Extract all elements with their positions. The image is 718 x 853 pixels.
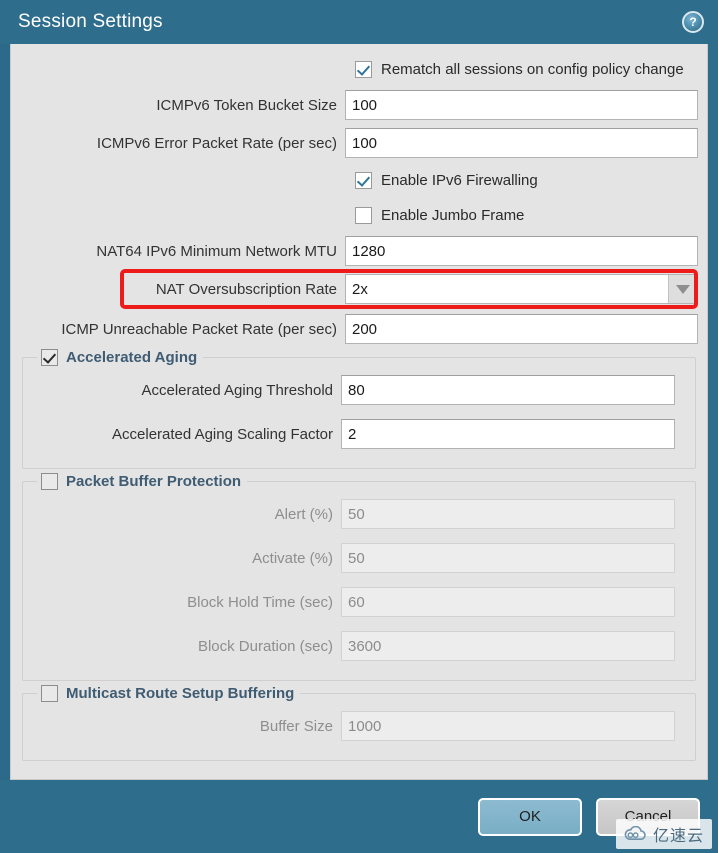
icmpv6-error-rate-label: ICMPv6 Error Packet Rate (per sec) xyxy=(96,134,337,152)
activate-percent-label: Activate (%) xyxy=(252,549,333,567)
enable-jumbo-frame-checkbox[interactable] xyxy=(355,206,372,224)
packet-buffer-protection-fieldset: Packet Buffer Protection Alert (%) 50 Ac… xyxy=(22,471,696,681)
dialog-body: Rematch all sessions on config policy ch… xyxy=(10,44,708,780)
enable-ipv6-firewalling-checkbox[interactable] xyxy=(355,171,372,189)
packet-buffer-protection-checkbox[interactable] xyxy=(41,472,58,490)
nat-oversubscription-select[interactable]: 2x xyxy=(345,274,698,304)
enable-jumbo-frame-label: Enable Jumbo Frame xyxy=(381,206,525,224)
alert-percent-input: 50 xyxy=(341,499,675,529)
buffer-size-input: 1000 xyxy=(341,711,675,741)
block-duration-row: Block Duration (sec) 3600 xyxy=(31,630,687,662)
alert-percent-label: Alert (%) xyxy=(274,505,333,523)
help-icon-glyph: ? xyxy=(689,15,697,29)
icmpv6-token-bucket-row: ICMPv6 Token Bucket Size 100 xyxy=(20,89,698,121)
nat64-mtu-input[interactable]: 1280 xyxy=(345,236,698,266)
icmp-unreachable-rate-label: ICMP Unreachable Packet Rate (per sec) xyxy=(61,320,337,338)
rematch-sessions-row: Rematch all sessions on config policy ch… xyxy=(20,54,698,84)
nat64-mtu-label: NAT64 IPv6 Minimum Network MTU xyxy=(96,242,337,260)
help-circle-icon[interactable]: ? xyxy=(682,11,704,33)
block-duration-label: Block Duration (sec) xyxy=(197,637,333,655)
enable-ipv6-firewalling-row: Enable IPv6 Firewalling xyxy=(20,165,698,195)
alert-percent-row: Alert (%) 50 xyxy=(31,498,687,530)
activate-percent-input: 50 xyxy=(341,543,675,573)
icmp-unreachable-rate-input[interactable]: 200 xyxy=(345,314,698,344)
dialog-title: Session Settings xyxy=(18,11,163,32)
activate-percent-row: Activate (%) 50 xyxy=(31,542,687,574)
icmpv6-error-rate-row: ICMPv6 Error Packet Rate (per sec) 100 xyxy=(20,127,698,159)
ok-button[interactable]: OK xyxy=(478,797,582,836)
rematch-sessions-label: Rematch all sessions on config policy ch… xyxy=(381,60,684,78)
accelerated-aging-checkbox[interactable] xyxy=(41,348,58,366)
accelerated-aging-legend: Accelerated Aging xyxy=(37,347,204,367)
nat-oversubscription-highlight-wrap: NAT Oversubscription Rate 2x xyxy=(20,269,698,309)
icmpv6-error-rate-input[interactable]: 100 xyxy=(345,128,698,158)
accelerated-aging-title: Accelerated Aging xyxy=(66,348,198,366)
icmp-unreachable-rate-row: ICMP Unreachable Packet Rate (per sec) 2… xyxy=(20,313,698,345)
multicast-route-setup-buffering-checkbox[interactable] xyxy=(41,684,58,702)
block-hold-time-row: Block Hold Time (sec) 60 xyxy=(31,586,687,618)
accelerated-aging-scaling-label: Accelerated Aging Scaling Factor xyxy=(112,425,333,443)
block-hold-time-input: 60 xyxy=(341,587,675,617)
dialog-left-edge xyxy=(0,0,10,853)
nat-oversubscription-value: 2x xyxy=(352,280,368,298)
accelerated-aging-scaling-row: Accelerated Aging Scaling Factor 2 xyxy=(31,418,687,450)
accelerated-aging-threshold-label: Accelerated Aging Threshold xyxy=(141,381,333,399)
multicast-route-setup-buffering-title: Multicast Route Setup Buffering xyxy=(66,684,295,702)
multicast-route-setup-buffering-legend: Multicast Route Setup Buffering xyxy=(37,683,301,703)
accelerated-aging-threshold-row: Accelerated Aging Threshold 80 xyxy=(31,374,687,406)
accelerated-aging-threshold-input[interactable]: 80 xyxy=(341,375,675,405)
cancel-button[interactable]: Cancel xyxy=(596,797,700,836)
packet-buffer-protection-legend: Packet Buffer Protection xyxy=(37,471,248,491)
dialog-titlebar: Session Settings ? xyxy=(0,0,718,44)
settings-form: Rematch all sessions on config policy ch… xyxy=(11,44,707,779)
dialog-footer: OK Cancel 亿速云 xyxy=(0,780,718,853)
nat64-mtu-row: NAT64 IPv6 Minimum Network MTU 1280 xyxy=(20,235,698,267)
enable-ipv6-firewalling-label: Enable IPv6 Firewalling xyxy=(381,171,538,189)
accelerated-aging-fieldset: Accelerated Aging Accelerated Aging Thre… xyxy=(22,347,696,469)
accelerated-aging-scaling-input[interactable]: 2 xyxy=(341,419,675,449)
nat-oversubscription-row: NAT Oversubscription Rate 2x xyxy=(20,273,698,305)
session-settings-dialog: Session Settings ? Rematch all sessions … xyxy=(0,0,718,853)
rematch-sessions-checkbox[interactable] xyxy=(355,60,372,78)
icmpv6-token-bucket-label: ICMPv6 Token Bucket Size xyxy=(156,96,337,114)
chevron-down-icon[interactable] xyxy=(668,275,697,303)
packet-buffer-protection-title: Packet Buffer Protection xyxy=(66,472,242,490)
multicast-route-setup-buffering-fieldset: Multicast Route Setup Buffering Buffer S… xyxy=(22,683,696,761)
block-hold-time-label: Block Hold Time (sec) xyxy=(187,593,333,611)
enable-jumbo-frame-row: Enable Jumbo Frame xyxy=(20,200,698,230)
nat-oversubscription-label: NAT Oversubscription Rate xyxy=(155,280,337,298)
icmpv6-token-bucket-input[interactable]: 100 xyxy=(345,90,698,120)
buffer-size-row: Buffer Size 1000 xyxy=(31,710,687,742)
buffer-size-label: Buffer Size xyxy=(259,717,333,735)
block-duration-input: 3600 xyxy=(341,631,675,661)
